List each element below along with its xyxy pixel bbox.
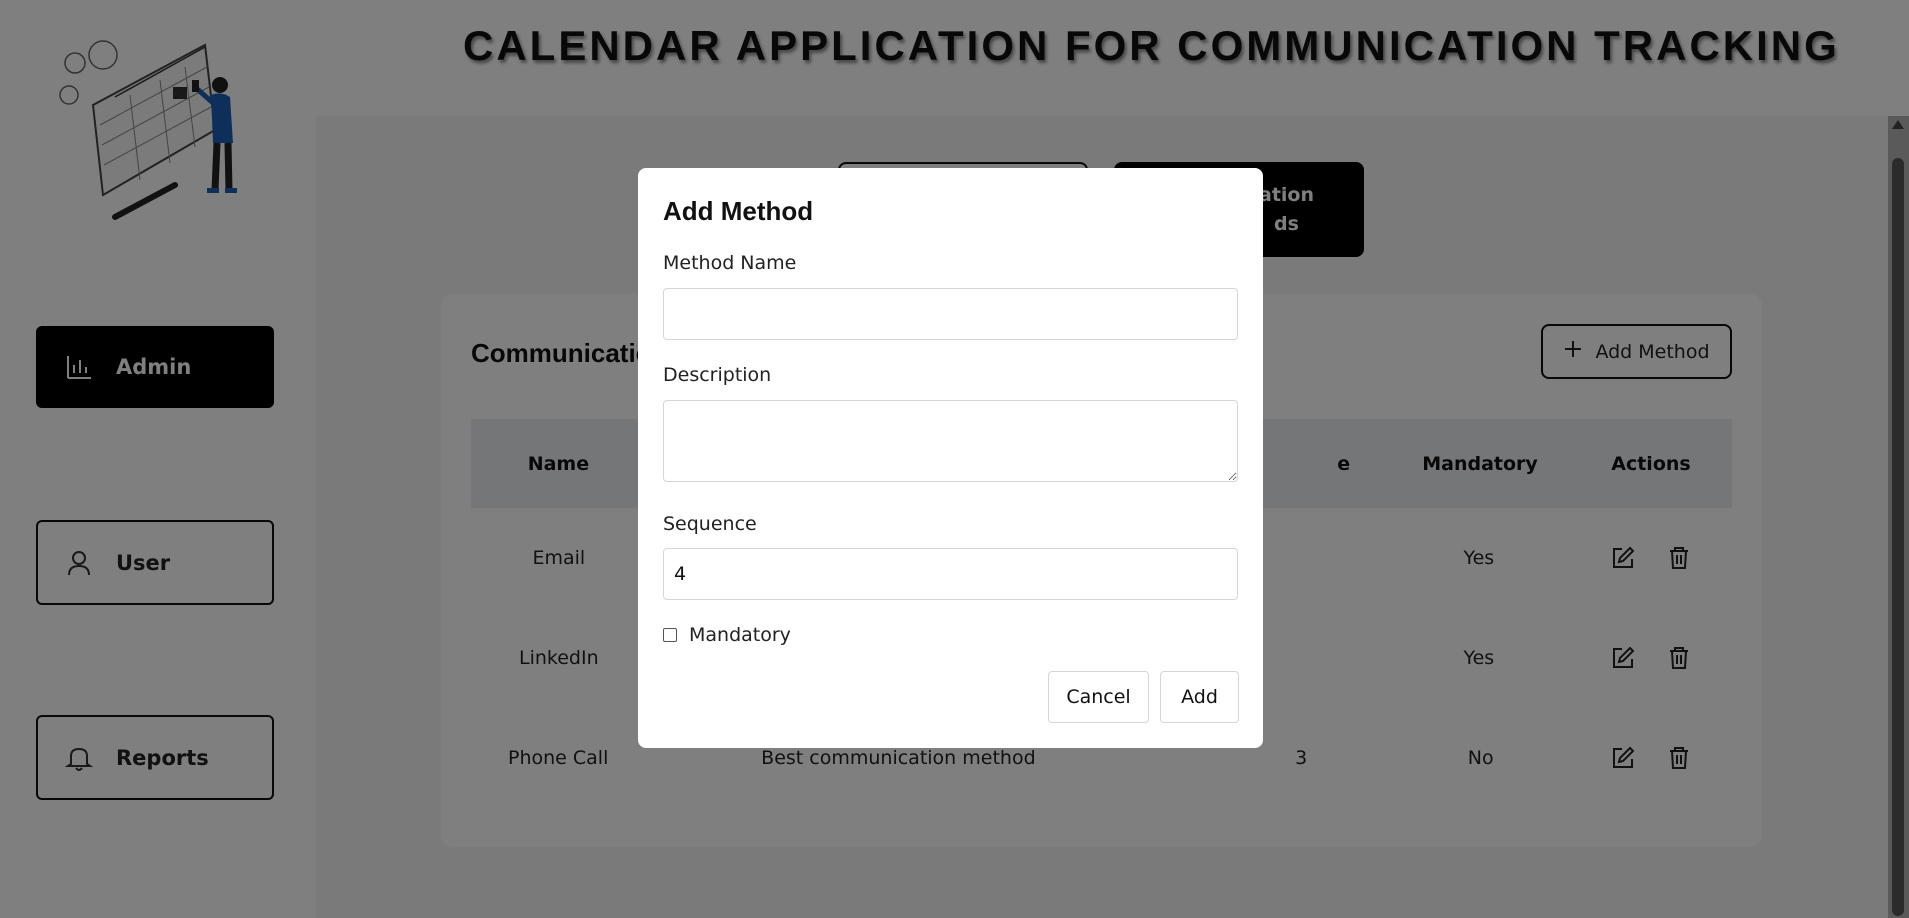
add-method-dialog: Add Method Method Name Description Seque…: [638, 168, 1263, 748]
dialog-title: Add Method: [663, 196, 814, 226]
mandatory-row: Mandatory: [663, 624, 791, 646]
scroll-up-arrow-icon[interactable]: [1892, 120, 1904, 129]
mandatory-label: Mandatory: [689, 624, 791, 646]
sequence-input[interactable]: [663, 548, 1238, 600]
scroll-thumb[interactable]: [1892, 158, 1904, 916]
sequence-label: Sequence: [663, 513, 757, 535]
scrollbar[interactable]: [1888, 116, 1909, 918]
mandatory-checkbox[interactable]: [663, 628, 677, 642]
method-name-label: Method Name: [663, 252, 797, 274]
method-name-input[interactable]: [663, 288, 1238, 340]
description-input[interactable]: [663, 400, 1238, 482]
cancel-button[interactable]: Cancel: [1048, 671, 1149, 723]
description-label: Description: [663, 364, 772, 386]
add-button[interactable]: Add: [1160, 671, 1239, 723]
